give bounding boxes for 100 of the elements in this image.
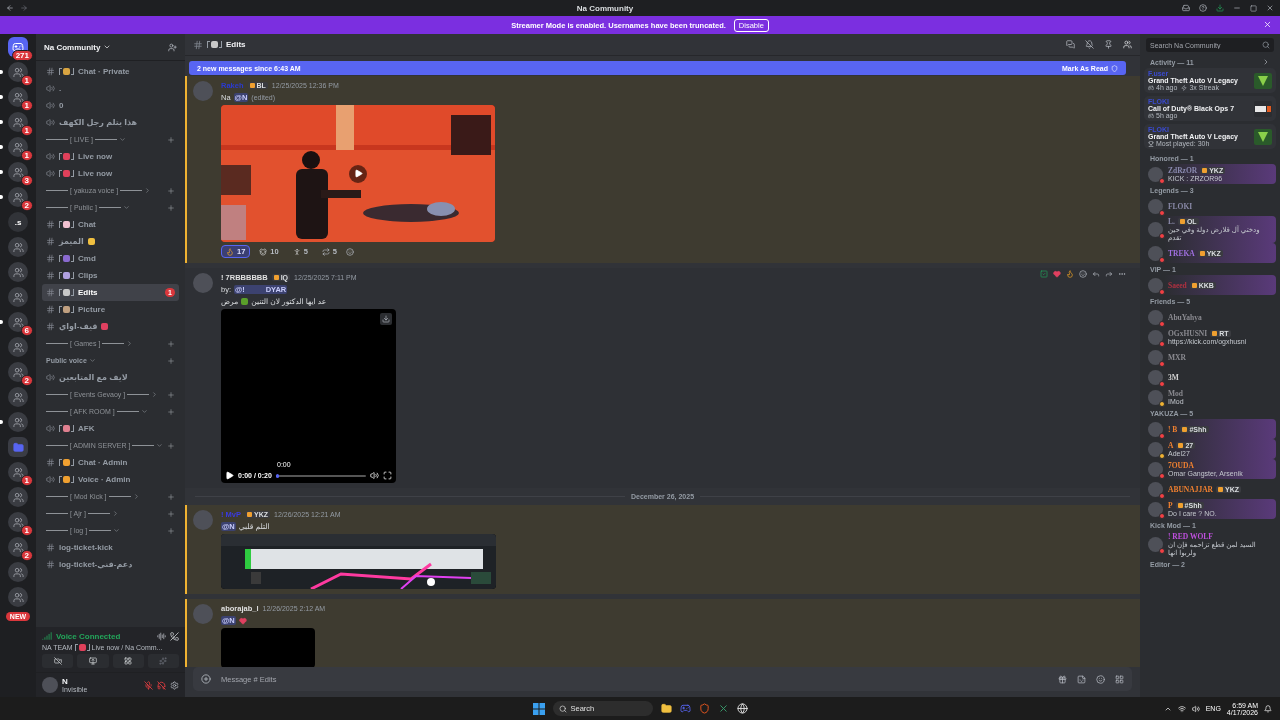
server-icon[interactable] [8,512,28,532]
server-icon[interactable] [8,412,28,432]
camera-button[interactable] [42,654,74,668]
gamepad-icon[interactable] [679,703,691,714]
server-icon[interactable] [8,587,28,607]
help-icon[interactable] [1199,4,1207,12]
download-icon[interactable] [1216,4,1224,12]
folder-icon[interactable] [660,703,672,714]
maximize-icon[interactable] [1250,4,1257,12]
channel-item[interactable]: Chat · Private [42,63,179,80]
forward-icon[interactable] [1105,270,1113,278]
chevron-right-icon[interactable] [1262,58,1270,66]
flame-icon[interactable] [1066,270,1074,278]
disconnect-icon[interactable] [170,631,179,641]
server-icon[interactable] [8,262,28,282]
channel-item[interactable]: Live now [42,148,179,165]
seek-bar[interactable] [275,474,366,477]
plus-icon[interactable] [167,356,175,365]
server-name[interactable]: Na Community [44,42,112,52]
plus-icon[interactable] [167,441,175,450]
pin-icon[interactable] [1104,40,1113,49]
plus-icon[interactable] [167,135,175,144]
bell-icon[interactable] [1264,704,1272,713]
channel-item[interactable]: Chat [42,216,179,233]
server-folder[interactable] [8,437,28,457]
channel-item[interactable]: . [42,80,179,97]
channel-item[interactable]: AFK [42,420,179,437]
activities-button[interactable] [112,654,144,668]
wifi-icon[interactable] [1177,704,1186,713]
channel-item[interactable]: Clips [42,267,179,284]
fullscreen-icon[interactable] [383,471,392,480]
bell-off-icon[interactable] [1085,40,1094,49]
headphones-off-icon[interactable] [157,680,166,690]
volume-icon[interactable] [1191,704,1200,713]
server-icon[interactable] [8,62,28,82]
plus-icon[interactable] [167,390,175,399]
plus-icon[interactable] [167,492,175,501]
check-icon[interactable] [1040,270,1048,278]
shield-icon[interactable] [698,703,710,714]
plus-icon[interactable] [167,203,175,212]
members-icon[interactable] [1123,40,1132,49]
add-reaction-icon[interactable] [346,247,355,256]
server-icon[interactable] [8,237,28,257]
plus-icon[interactable] [167,407,175,416]
gift-icon[interactable] [1058,674,1067,684]
server-icon[interactable] [8,187,28,207]
server-icon[interactable] [8,162,28,182]
settings-icon[interactable] [170,680,179,690]
play-icon[interactable] [225,471,234,480]
threads-icon[interactable] [1066,40,1075,49]
heart-icon[interactable] [1053,270,1061,278]
apps-icon[interactable] [1115,674,1124,684]
noise-icon[interactable] [157,631,166,641]
more-icon[interactable] [1118,270,1126,278]
globe-icon[interactable] [736,703,748,714]
server-icon[interactable] [8,312,28,332]
server-icon[interactable] [8,362,28,382]
play-button[interactable] [349,164,367,183]
plus-icon[interactable] [167,339,175,348]
download-button[interactable] [380,313,392,325]
emoji-icon[interactable] [1096,674,1105,684]
channel-item[interactable]: Voice · Admin [42,471,179,488]
server-icon[interactable] [8,537,28,557]
add-reaction-icon[interactable] [1079,270,1087,278]
server-icon[interactable] [8,287,28,307]
server-icon[interactable] [8,562,28,582]
back-icon[interactable] [6,4,14,12]
channel-item[interactable]: log-ticket-kick [42,539,179,556]
plus-icon[interactable] [167,186,175,195]
start-icon[interactable] [532,702,545,715]
channel-item[interactable]: Cmd [42,250,179,267]
channel-item[interactable]: log-ticket-دعم-فني [42,556,179,573]
channel-item[interactable]: الميمز [42,233,179,250]
minimize-icon[interactable] [1233,4,1241,12]
plus-icon[interactable] [167,509,175,518]
server-icon[interactable] [8,387,28,407]
attach-icon[interactable] [201,674,211,684]
reply-icon[interactable] [1092,270,1100,278]
channel-item[interactable]: Chat · Admin [42,454,179,471]
inbox-icon[interactable] [1182,4,1190,12]
screen-share-button[interactable] [77,654,109,668]
channel-item[interactable]: 0 [42,97,179,114]
channel-item[interactable]: Live now [42,165,179,182]
mention-count: 1 [20,100,33,111]
server-icon[interactable]: .s [8,212,28,232]
server-icon[interactable] [8,462,28,482]
channel-item[interactable]: قيف-اواي [42,318,179,335]
invite-icon[interactable] [168,42,177,52]
plus-icon[interactable] [167,526,175,535]
sticker-icon[interactable] [1077,674,1086,684]
server-icon[interactable] [8,487,28,507]
server-icon[interactable] [8,137,28,157]
server-icon[interactable] [8,337,28,357]
channel-item[interactable]: هذا يتلم رجل الكهف [42,114,179,131]
server-icon[interactable] [8,87,28,107]
channel-item[interactable]: Picture [42,301,179,318]
volume-icon[interactable] [370,471,379,480]
channel-item[interactable]: لايف مع المتابعين [42,369,179,386]
mic-off-icon[interactable] [144,680,153,690]
server-icon[interactable] [8,112,28,132]
